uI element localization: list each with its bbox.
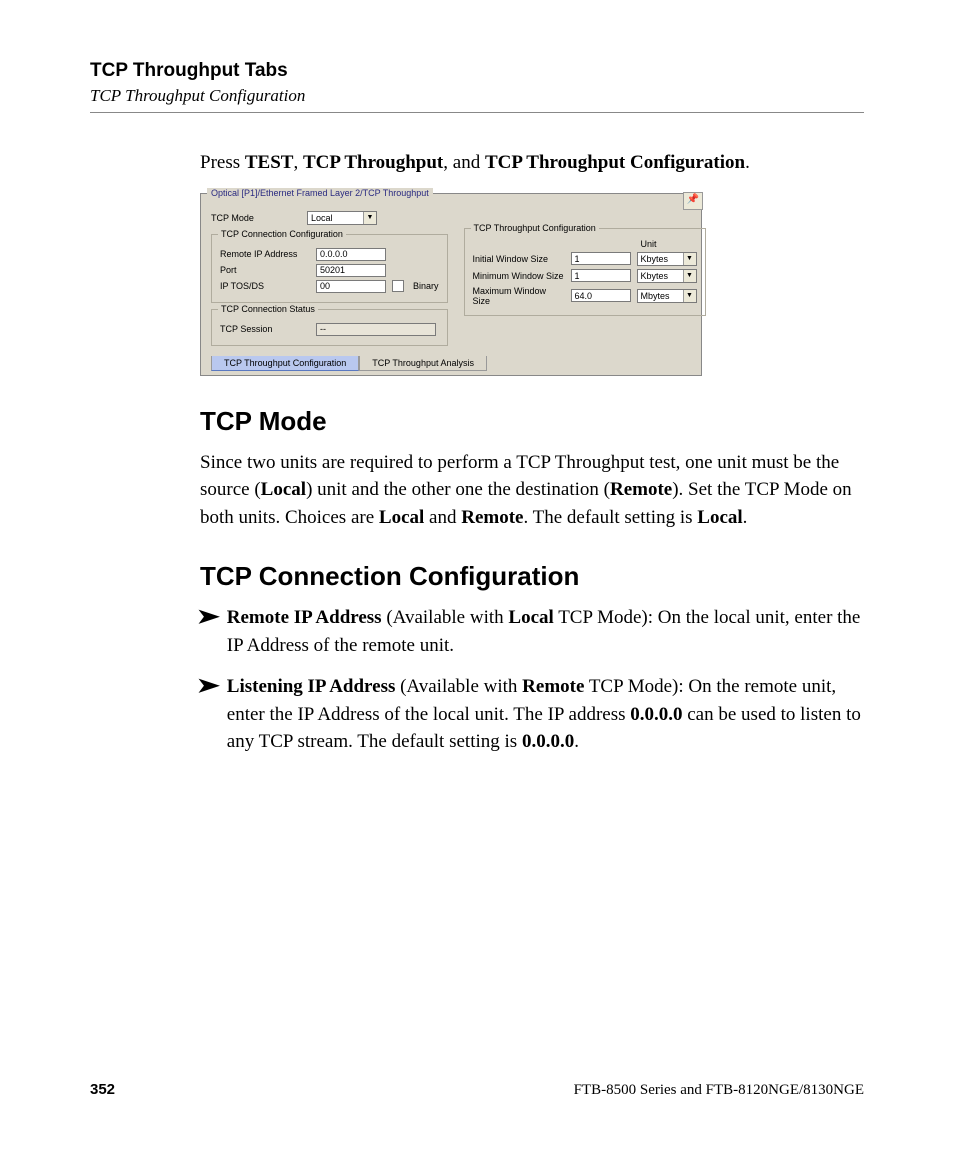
min-win-input[interactable] [571, 269, 631, 282]
thru-cfg-title: TCP Throughput Configuration [471, 223, 599, 233]
chapter-subtitle: TCP Throughput Configuration [90, 86, 864, 106]
bullet-icon: ➤ [197, 673, 220, 699]
bullet-listening-ip: ➤ Listening IP Address (Available with R… [200, 673, 864, 756]
init-win-label: Initial Window Size [473, 254, 565, 264]
tcp-mode-value: Local [311, 213, 333, 223]
panel-tabs: TCP Throughput Configuration TCP Through… [211, 356, 691, 371]
bold: Remote IP Address [227, 607, 382, 628]
chevron-down-icon: ▼ [683, 290, 696, 302]
tcp-mode-select[interactable]: Local ▼ [307, 211, 377, 225]
heading-tcp-conn-cfg: TCP Connection Configuration [200, 561, 864, 592]
max-win-unit-select[interactable]: Mbytes ▼ [637, 289, 697, 303]
bold: Remote [522, 676, 584, 697]
bold: Listening IP Address [227, 676, 396, 697]
intro-text: , and [443, 152, 485, 173]
init-win-unit-value: Kbytes [641, 254, 669, 264]
text: (Available with [395, 676, 522, 697]
panel-title: Optical [P1]/Ethernet Framed Layer 2/TCP… [207, 188, 433, 198]
init-win-input[interactable] [571, 252, 631, 265]
page: TCP Throughput Tabs TCP Throughput Confi… [0, 0, 954, 1159]
intro-text: Press [200, 152, 245, 173]
unit-header: Unit [641, 239, 657, 249]
max-win-unit-value: Mbytes [641, 291, 670, 301]
chapter-title: TCP Throughput Tabs [90, 60, 864, 82]
body: Press TEST, TCP Throughput, and TCP Thro… [200, 149, 864, 756]
pin-icon[interactable]: 📌 [683, 192, 703, 210]
tcp-mode-label: TCP Mode [211, 213, 301, 223]
page-number: 352 [90, 1081, 115, 1098]
min-win-label: Minimum Window Size [473, 271, 565, 281]
min-win-unit-value: Kbytes [641, 271, 669, 281]
conn-status-title: TCP Connection Status [218, 304, 318, 314]
conn-status-group: TCP Connection Status TCP Session [211, 309, 448, 346]
max-win-input[interactable] [571, 289, 631, 302]
text: . The default setting is [523, 507, 697, 528]
bullet-icon: ➤ [197, 604, 220, 630]
text: (Available with [382, 607, 509, 628]
tcp-mode-paragraph: Since two units are required to perform … [200, 449, 864, 532]
session-value [316, 323, 436, 336]
intro-bold-thru: TCP Throughput [303, 152, 443, 173]
bold: Local [379, 507, 424, 528]
remote-ip-input[interactable] [316, 248, 386, 261]
min-win-unit-select[interactable]: Kbytes ▼ [637, 269, 697, 283]
binary-checkbox[interactable] [392, 280, 404, 292]
chevron-down-icon: ▼ [683, 253, 696, 265]
footer: 352 FTB-8500 Series and FTB-8120NGE/8130… [90, 1081, 864, 1099]
tos-input[interactable] [316, 280, 386, 293]
bold: 0.0.0.0 [630, 704, 682, 725]
bold: 0.0.0.0 [522, 731, 574, 752]
app-panel: Optical [P1]/Ethernet Framed Layer 2/TCP… [200, 193, 702, 376]
tab-thru-config[interactable]: TCP Throughput Configuration [211, 356, 359, 371]
text: . [574, 731, 579, 752]
session-label: TCP Session [220, 324, 310, 334]
text: and [424, 507, 461, 528]
tos-label: IP TOS/DS [220, 281, 310, 291]
bold: Local [697, 507, 742, 528]
tab-thru-analysis[interactable]: TCP Throughput Analysis [359, 356, 487, 371]
bold: Local [508, 607, 553, 628]
conn-cfg-title: TCP Connection Configuration [218, 229, 346, 239]
conn-cfg-group: TCP Connection Configuration Remote IP A… [211, 234, 448, 303]
init-win-unit-select[interactable]: Kbytes ▼ [637, 252, 697, 266]
bullet-remote-ip: ➤ Remote IP Address (Available with Loca… [200, 604, 864, 659]
chevron-down-icon: ▼ [683, 270, 696, 282]
product-name: FTB-8500 Series and FTB-8120NGE/8130NGE [574, 1082, 864, 1099]
bold: Local [261, 479, 306, 500]
intro-bold-cfg: TCP Throughput Configuration [485, 152, 745, 173]
intro-text: . [745, 152, 750, 173]
intro-text: , [293, 152, 303, 173]
chevron-down-icon: ▼ [363, 212, 376, 224]
thru-cfg-group: TCP Throughput Configuration Unit Initia… [464, 228, 706, 316]
binary-label: Binary [413, 281, 439, 291]
bold: Remote [610, 479, 672, 500]
max-win-label: Maximum Window Size [473, 286, 565, 306]
port-label: Port [220, 265, 310, 275]
text: . [743, 507, 748, 528]
intro-paragraph: Press TEST, TCP Throughput, and TCP Thro… [200, 149, 864, 177]
remote-ip-label: Remote IP Address [220, 249, 310, 259]
bold: Remote [461, 507, 523, 528]
text: ) unit and the other one the destination… [306, 479, 610, 500]
port-input[interactable] [316, 264, 386, 277]
heading-tcp-mode: TCP Mode [200, 406, 864, 437]
intro-bold-test: TEST [245, 152, 294, 173]
header-rule [90, 112, 864, 113]
